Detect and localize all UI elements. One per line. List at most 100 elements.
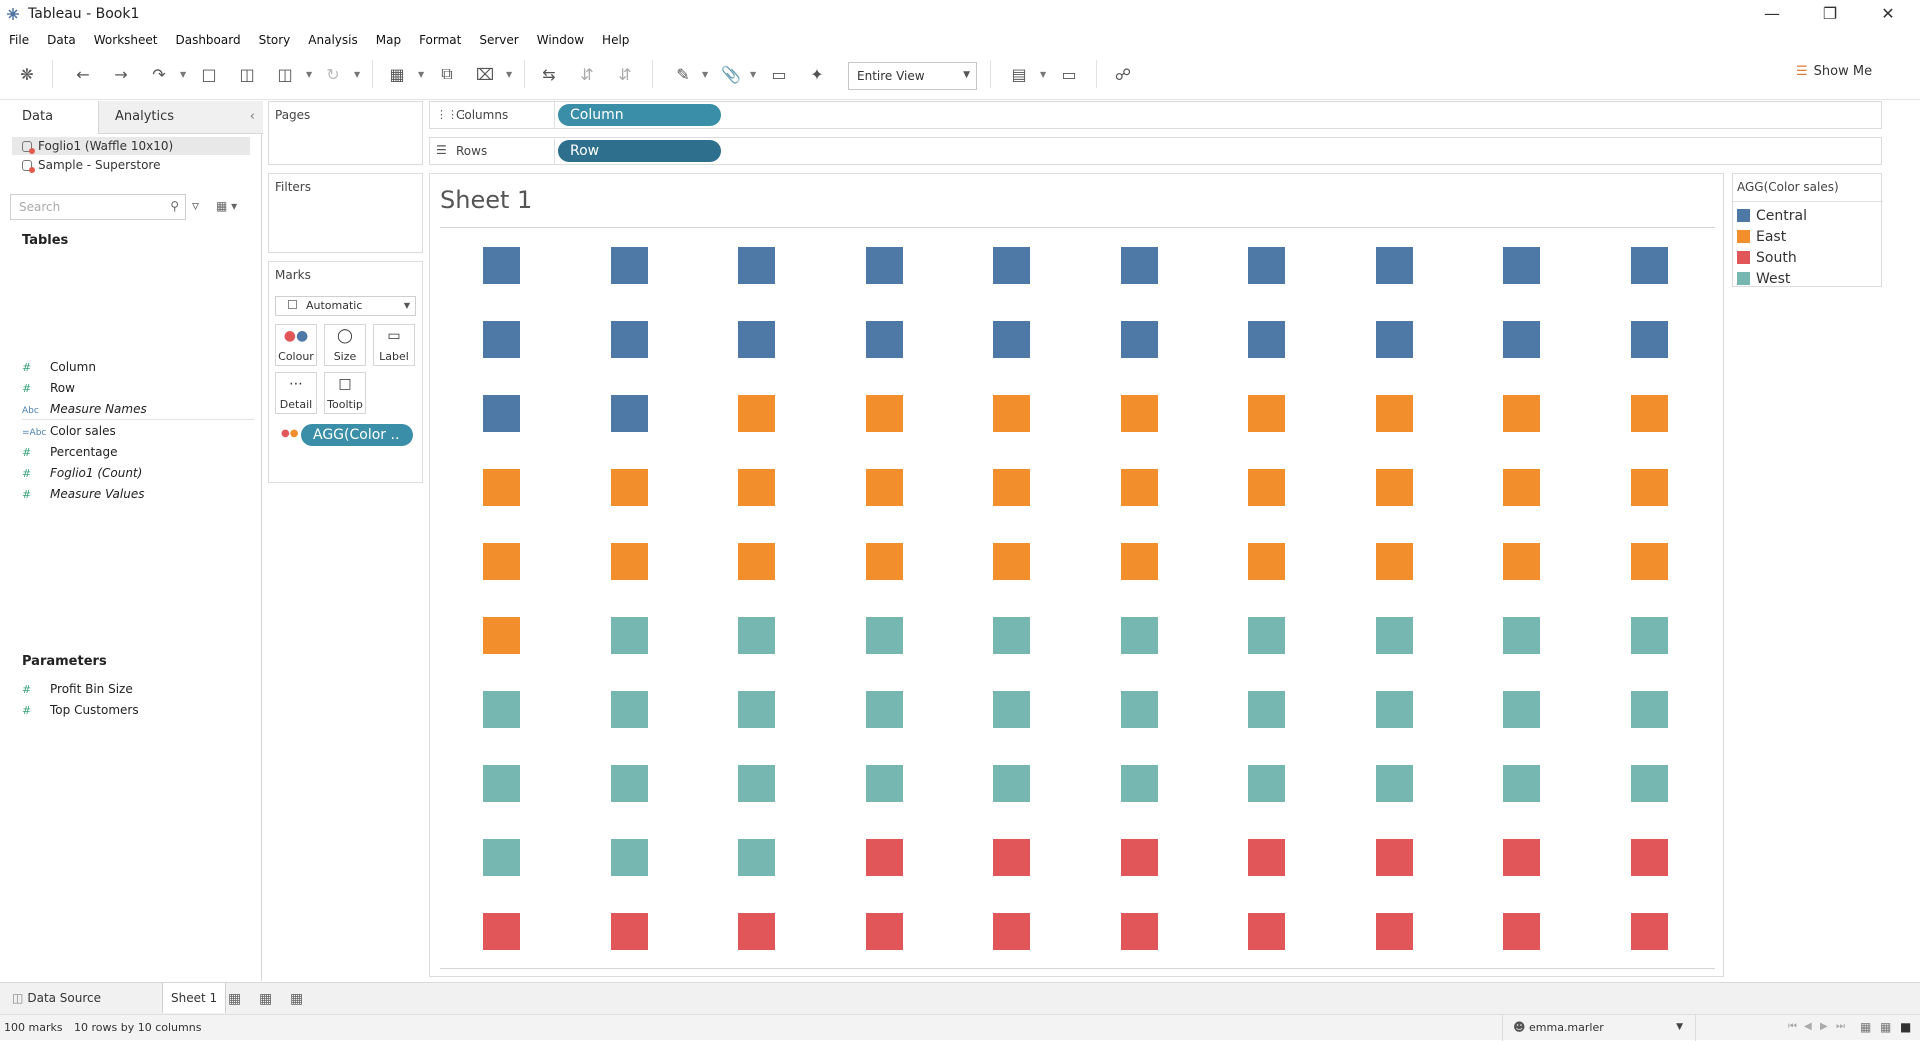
waffle-cell[interactable]: [1631, 543, 1668, 580]
waffle-cell[interactable]: [738, 395, 775, 432]
sheet-view[interactable]: Sheet 1: [429, 173, 1724, 977]
waffle-cell[interactable]: [483, 839, 520, 876]
waffle-cell[interactable]: [993, 247, 1030, 284]
waffle-cell[interactable]: [1248, 321, 1285, 358]
waffle-cell[interactable]: [1248, 247, 1285, 284]
waffle-cell[interactable]: [993, 839, 1030, 876]
waffle-cell[interactable]: [993, 765, 1030, 802]
waffle-cell[interactable]: [738, 469, 775, 506]
waffle-cell[interactable]: [1376, 691, 1413, 728]
waffle-cell[interactable]: [1631, 913, 1668, 950]
legend-item[interactable]: Central: [1737, 206, 1807, 226]
menu-worksheet[interactable]: Worksheet: [85, 30, 167, 48]
tab-sheet-1[interactable]: Sheet 1: [162, 983, 227, 1013]
waffle-cell[interactable]: [1376, 543, 1413, 580]
waffle-cell[interactable]: [1121, 395, 1158, 432]
waffle-cell[interactable]: [866, 913, 903, 950]
menu-window[interactable]: Window: [528, 30, 593, 48]
show-cards-icon[interactable]: ▤: [1006, 62, 1032, 86]
chevron-down-icon[interactable]: ▼: [180, 70, 186, 79]
sort-ascending-icon[interactable]: ⇵: [574, 62, 600, 86]
chevron-down-icon[interactable]: ▼: [750, 70, 756, 79]
chevron-down-icon[interactable]: ▼: [1040, 70, 1046, 79]
waffle-cell[interactable]: [1631, 839, 1668, 876]
tab-data[interactable]: Data: [0, 101, 98, 134]
parameter-item[interactable]: # Profit Bin Size: [22, 679, 252, 699]
data-source-superstore[interactable]: Sample - Superstore: [12, 156, 250, 174]
first-sheet-icon[interactable]: ⏮: [1788, 1021, 1797, 1032]
legend-item[interactable]: West: [1737, 269, 1790, 289]
new-worksheet-icon[interactable]: ▦: [384, 62, 410, 86]
fix-axes-icon[interactable]: ✦: [804, 62, 830, 86]
waffle-cell[interactable]: [1121, 617, 1158, 654]
waffle-cell[interactable]: [866, 543, 903, 580]
waffle-cell[interactable]: [611, 765, 648, 802]
chevron-down-icon[interactable]: ▼: [506, 70, 512, 79]
waffle-cell[interactable]: [738, 321, 775, 358]
minimize-button[interactable]: —: [1743, 0, 1801, 30]
waffle-cell[interactable]: [993, 913, 1030, 950]
waffle-cell[interactable]: [1631, 765, 1668, 802]
waffle-cell[interactable]: [1248, 395, 1285, 432]
show-mark-labels-icon[interactable]: ▭: [766, 62, 792, 86]
waffle-cell[interactable]: [866, 321, 903, 358]
waffle-cell[interactable]: [1503, 395, 1540, 432]
tooltip-button[interactable]: □ Tooltip: [324, 372, 366, 414]
waffle-cell[interactable]: [1376, 839, 1413, 876]
waffle-cell[interactable]: [993, 617, 1030, 654]
menu-analysis[interactable]: Analysis: [299, 30, 366, 48]
sort-descending-icon[interactable]: ⇵: [612, 62, 638, 86]
waffle-cell[interactable]: [1376, 395, 1413, 432]
legend-item[interactable]: South: [1737, 248, 1797, 268]
waffle-cell[interactable]: [611, 247, 648, 284]
waffle-cell[interactable]: [483, 691, 520, 728]
waffle-cell[interactable]: [1121, 691, 1158, 728]
waffle-cell[interactable]: [1121, 913, 1158, 950]
waffle-cell[interactable]: [738, 839, 775, 876]
data-source-foglio1[interactable]: Foglio1 (Waffle 10x10): [12, 137, 250, 155]
waffle-cell[interactable]: [1248, 469, 1285, 506]
search-input[interactable]: Search ⚲: [10, 194, 186, 220]
waffle-cell[interactable]: [738, 765, 775, 802]
waffle-cell[interactable]: [1631, 691, 1668, 728]
waffle-cell[interactable]: [611, 543, 648, 580]
chevron-down-icon[interactable]: ▼: [354, 70, 360, 79]
waffle-cell[interactable]: [1248, 765, 1285, 802]
waffle-cell[interactable]: [738, 247, 775, 284]
field-item[interactable]: Abc Measure Names: [22, 399, 252, 419]
menu-help[interactable]: Help: [593, 30, 638, 48]
menu-server[interactable]: Server: [470, 30, 527, 48]
waffle-cell[interactable]: [611, 913, 648, 950]
waffle-cell[interactable]: [1248, 617, 1285, 654]
show-sheet-sorter-icon[interactable]: ▦: [1880, 1020, 1891, 1034]
waffle-cell[interactable]: [483, 765, 520, 802]
menu-data[interactable]: Data: [38, 30, 85, 48]
waffle-cell[interactable]: [1503, 469, 1540, 506]
pages-shelf[interactable]: Pages: [268, 101, 423, 165]
pause-updates-icon[interactable]: ◫: [272, 62, 298, 86]
next-sheet-icon[interactable]: ▶: [1820, 1021, 1828, 1032]
waffle-cell[interactable]: [483, 543, 520, 580]
user-menu[interactable]: ☻ emma.marler ▼: [1502, 1015, 1696, 1041]
waffle-cell[interactable]: [1503, 765, 1540, 802]
waffle-cell[interactable]: [1121, 543, 1158, 580]
row-pill[interactable]: Row: [558, 140, 721, 162]
waffle-cell[interactable]: [611, 395, 648, 432]
waffle-cell[interactable]: [1121, 247, 1158, 284]
menu-dashboard[interactable]: Dashboard: [166, 30, 249, 48]
waffle-cell[interactable]: [866, 765, 903, 802]
swap-rows-columns-icon[interactable]: ⇆: [536, 62, 562, 86]
waffle-cell[interactable]: [993, 543, 1030, 580]
waffle-cell[interactable]: [611, 691, 648, 728]
waffle-cell[interactable]: [1631, 321, 1668, 358]
field-item[interactable]: # Measure Values: [22, 484, 252, 504]
waffle-cell[interactable]: [483, 617, 520, 654]
colour-button[interactable]: ●● Colour: [275, 324, 317, 366]
last-sheet-icon[interactable]: ⏭: [1836, 1021, 1845, 1032]
waffle-cell[interactable]: [866, 395, 903, 432]
previous-sheet-icon[interactable]: ◀: [1804, 1021, 1812, 1032]
size-button[interactable]: ◯ Size: [324, 324, 366, 366]
close-button[interactable]: ✕: [1859, 0, 1917, 30]
new-dashboard-icon[interactable]: ▦: [259, 991, 272, 1007]
waffle-cell[interactable]: [1631, 395, 1668, 432]
